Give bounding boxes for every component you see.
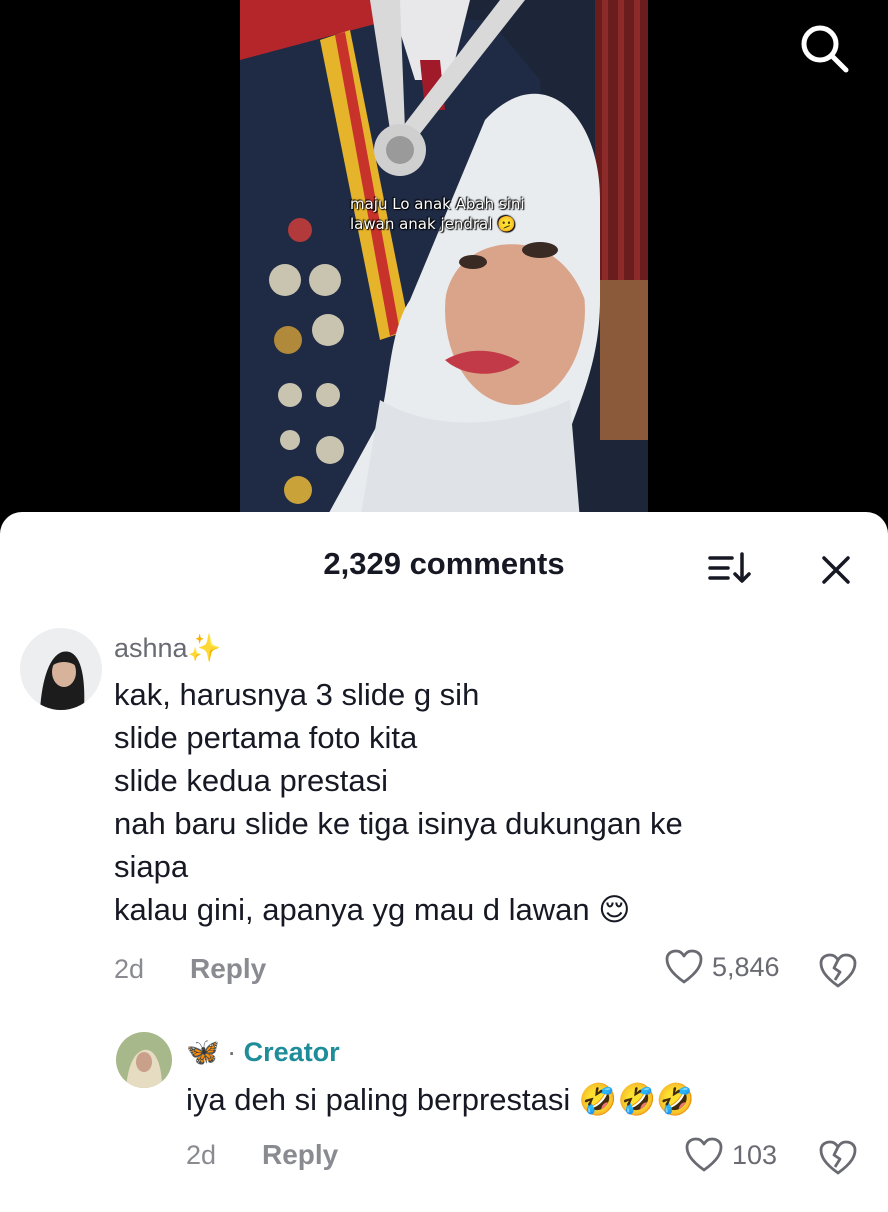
creator-badge: Creator [243, 1037, 340, 1067]
heart-icon [665, 949, 703, 984]
close-button[interactable] [816, 550, 856, 590]
reply-age: 2d [186, 1140, 217, 1170]
comment-username[interactable]: ashna✨ [114, 632, 221, 664]
dislike-button[interactable] [818, 952, 858, 995]
avatar-image [116, 1032, 172, 1088]
reply-button[interactable]: Reply [190, 953, 266, 985]
comment-text: kak, harusnya 3 slide g sih slide pertam… [114, 677, 683, 927]
search-icon [801, 25, 849, 73]
reply-like-button[interactable]: 103 [684, 1136, 777, 1174]
video-area[interactable]: maju Lo anak Abah sini lawan anak jendra… [0, 0, 888, 560]
broken-heart-icon [819, 953, 857, 988]
reply-avatar[interactable] [116, 1032, 172, 1088]
avatar-image [20, 628, 102, 710]
video-caption: maju Lo anak Abah sini lawan anak jendra… [350, 194, 525, 234]
like-button[interactable]: 5,846 [664, 948, 780, 986]
comments-sheet: 2,329 comments ashna✨ kak, harusnya 3 sl… [0, 512, 888, 1212]
reply-username[interactable]: 🦋 · Creator [186, 1036, 340, 1068]
reply-like-count: 103 [732, 1139, 778, 1170]
like-count: 5,846 [712, 951, 780, 982]
caption-line-2: lawan anak jendral 🫤 [350, 215, 516, 233]
butterfly-emoji: 🦋 [186, 1037, 220, 1067]
video-frame[interactable]: maju Lo anak Abah sini lawan anak jendra… [240, 0, 648, 520]
heart-icon [685, 1137, 723, 1172]
sort-button[interactable] [706, 548, 752, 588]
caption-line-1: maju Lo anak Abah sini [350, 195, 525, 213]
close-icon [822, 556, 850, 584]
broken-heart-icon [819, 1140, 857, 1175]
video-thumbnail [240, 0, 648, 520]
comment-age: 2d [114, 954, 145, 984]
reply-dislike-button[interactable] [818, 1139, 858, 1182]
comment-count-title: 2,329 comments [323, 546, 565, 581]
sort-icon [708, 552, 751, 583]
separator-dot: · [227, 1037, 237, 1067]
reply-reply-button[interactable]: Reply [262, 1139, 338, 1171]
reply-text: iya deh si paling berprestasi 🤣🤣🤣 [186, 1082, 695, 1117]
search-button[interactable] [796, 20, 852, 76]
avatar[interactable] [20, 628, 102, 710]
